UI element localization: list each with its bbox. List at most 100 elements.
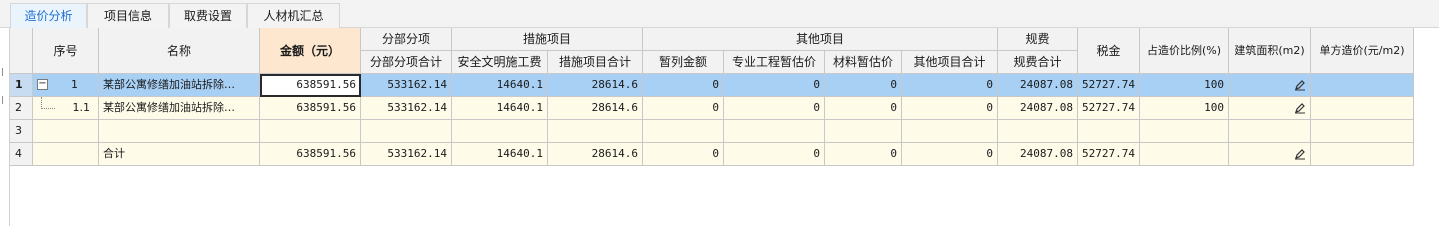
fees-total-cell[interactable]: 24087.08 — [998, 97, 1078, 120]
corner-header[interactable] — [10, 28, 33, 74]
measures-total-cell[interactable]: 28614.6 — [548, 97, 643, 120]
unit-cost-cell[interactable] — [1311, 74, 1414, 97]
seq-cell[interactable]: 1.1 — [33, 97, 99, 120]
pencil-icon[interactable] — [1294, 148, 1306, 160]
fees-total-cell[interactable] — [998, 120, 1078, 143]
header-other-total[interactable]: 其他项目合计 — [902, 51, 998, 74]
header-safety-fee[interactable]: 安全文明施工费 — [452, 51, 548, 74]
tab-project-info[interactable]: 项目信息 — [87, 3, 169, 28]
area-cell[interactable] — [1229, 74, 1311, 97]
ratio-cell[interactable] — [1140, 143, 1229, 166]
fbfx-total-cell[interactable]: 533162.14 — [361, 143, 452, 166]
row-number[interactable]: 1 — [10, 74, 33, 97]
measures-total-cell[interactable] — [548, 120, 643, 143]
header-unit-cost[interactable]: 单方造价(元/m2) — [1311, 28, 1414, 74]
seq-value: 1 — [71, 78, 78, 91]
safety-fee-cell[interactable]: 14640.1 — [452, 74, 548, 97]
special-eng-cell[interactable]: 0 — [724, 74, 825, 97]
panel-marker: | — [1, 67, 4, 76]
name-cell[interactable] — [99, 120, 260, 143]
collapse-icon[interactable]: − — [37, 79, 48, 90]
tax-cell[interactable]: 52727.74 — [1078, 74, 1140, 97]
header-group-measures: 措施项目 — [452, 28, 643, 51]
provisional-sum-cell[interactable]: 0 — [643, 74, 724, 97]
measures-total-cell[interactable]: 28614.6 — [548, 143, 643, 166]
material-estimate-cell[interactable]: 0 — [825, 143, 902, 166]
ratio-cell[interactable] — [1140, 120, 1229, 143]
material-estimate-cell[interactable]: 0 — [825, 97, 902, 120]
fbfx-total-cell[interactable]: 533162.14 — [361, 97, 452, 120]
pencil-icon[interactable] — [1294, 102, 1306, 114]
tab-fee-settings[interactable]: 取费设置 — [169, 3, 247, 28]
material-estimate-cell[interactable]: 0 — [825, 74, 902, 97]
amount-cell[interactable]: 638591.56 — [260, 74, 361, 97]
unit-cost-cell[interactable] — [1311, 143, 1414, 166]
header-provisional-sum[interactable]: 暂列金额 — [643, 51, 724, 74]
header-tax[interactable]: 税金 — [1078, 28, 1140, 74]
other-total-cell[interactable]: 0 — [902, 97, 998, 120]
row-number[interactable]: 4 — [10, 143, 33, 166]
seq-cell[interactable] — [33, 143, 99, 166]
header-area[interactable]: 建筑面积(m2) — [1229, 28, 1311, 74]
pencil-icon[interactable] — [1294, 79, 1306, 91]
material-estimate-cell[interactable] — [825, 120, 902, 143]
seq-cell[interactable]: − 1 — [33, 74, 99, 97]
seq-cell[interactable] — [33, 120, 99, 143]
other-total-cell[interactable]: 0 — [902, 74, 998, 97]
safety-fee-cell[interactable] — [452, 120, 548, 143]
header-seq[interactable]: 序号 — [33, 28, 99, 74]
tree-connector — [41, 97, 55, 109]
unit-cost-cell[interactable] — [1311, 120, 1414, 143]
header-special-eng-estimate[interactable]: 专业工程暂估价 — [724, 51, 825, 74]
measures-total-cell[interactable]: 28614.6 — [548, 74, 643, 97]
area-cell[interactable] — [1229, 97, 1311, 120]
name-cell[interactable]: 某部公寓修缮加油站拆除… — [99, 97, 260, 120]
ratio-cell[interactable]: 100 — [1140, 97, 1229, 120]
cost-analysis-grid: 序号 名称 金额（元） 分部分项 措施项目 其他项目 规费 税金 占造价比例(%… — [10, 28, 1414, 168]
safety-fee-cell[interactable]: 14640.1 — [452, 143, 548, 166]
fbfx-total-cell[interactable] — [361, 120, 452, 143]
tax-cell[interactable]: 52727.74 — [1078, 97, 1140, 120]
row-number[interactable]: 3 — [10, 120, 33, 143]
provisional-sum-cell[interactable] — [643, 120, 724, 143]
tab-labor-material-summary[interactable]: 人材机汇总 — [247, 3, 340, 28]
header-group-other: 其他项目 — [643, 28, 998, 51]
fbfx-total-cell[interactable]: 533162.14 — [361, 74, 452, 97]
header-group-fbfx: 分部分项 — [361, 28, 452, 51]
tax-cell[interactable]: 52727.74 — [1078, 143, 1140, 166]
area-cell[interactable] — [1229, 143, 1311, 166]
tax-cell[interactable] — [1078, 120, 1140, 143]
ratio-cell[interactable]: 100 — [1140, 74, 1229, 97]
left-panel-edge[interactable]: | | — [0, 28, 10, 226]
seq-value: 1.1 — [72, 101, 91, 114]
fees-total-cell[interactable]: 24087.08 — [998, 74, 1078, 97]
name-cell[interactable]: 某部公寓修缮加油站拆除… — [99, 74, 260, 97]
provisional-sum-cell[interactable]: 0 — [643, 97, 724, 120]
header-name[interactable]: 名称 — [99, 28, 260, 74]
header-amount[interactable]: 金额（元） — [260, 28, 361, 74]
header-material-estimate[interactable]: 材料暂估价 — [825, 51, 902, 74]
amount-cell[interactable]: 638591.56 — [260, 143, 361, 166]
header-group-fees: 规费 — [998, 28, 1078, 51]
header-ratio[interactable]: 占造价比例(%) — [1140, 28, 1229, 74]
safety-fee-cell[interactable]: 14640.1 — [452, 97, 548, 120]
other-total-cell[interactable]: 0 — [902, 143, 998, 166]
tab-cost-analysis[interactable]: 造价分析 — [10, 3, 87, 29]
header-fbfx-total[interactable]: 分部分项合计 — [361, 51, 452, 74]
unit-cost-cell[interactable] — [1311, 97, 1414, 120]
header-measures-total[interactable]: 措施项目合计 — [548, 51, 643, 74]
area-cell[interactable] — [1229, 120, 1311, 143]
other-total-cell[interactable] — [902, 120, 998, 143]
special-eng-cell[interactable]: 0 — [724, 143, 825, 166]
row-number[interactable]: 2 — [10, 97, 33, 120]
amount-cell[interactable]: 638591.56 — [260, 97, 361, 120]
special-eng-cell[interactable] — [724, 120, 825, 143]
name-cell[interactable]: 合计 — [99, 143, 260, 166]
panel-marker: | — [1, 95, 4, 104]
special-eng-cell[interactable]: 0 — [724, 97, 825, 120]
header-fees-total[interactable]: 规费合计 — [998, 51, 1078, 74]
provisional-sum-cell[interactable]: 0 — [643, 143, 724, 166]
tab-bar: 造价分析 项目信息 取费设置 人材机汇总 — [0, 0, 1439, 29]
amount-cell[interactable] — [260, 120, 361, 143]
fees-total-cell[interactable]: 24087.08 — [998, 143, 1078, 166]
